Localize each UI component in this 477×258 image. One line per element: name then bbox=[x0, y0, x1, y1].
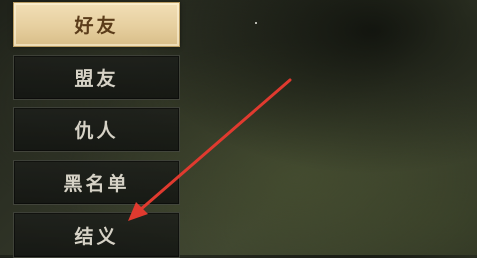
arrow-icon bbox=[128, 78, 292, 221]
